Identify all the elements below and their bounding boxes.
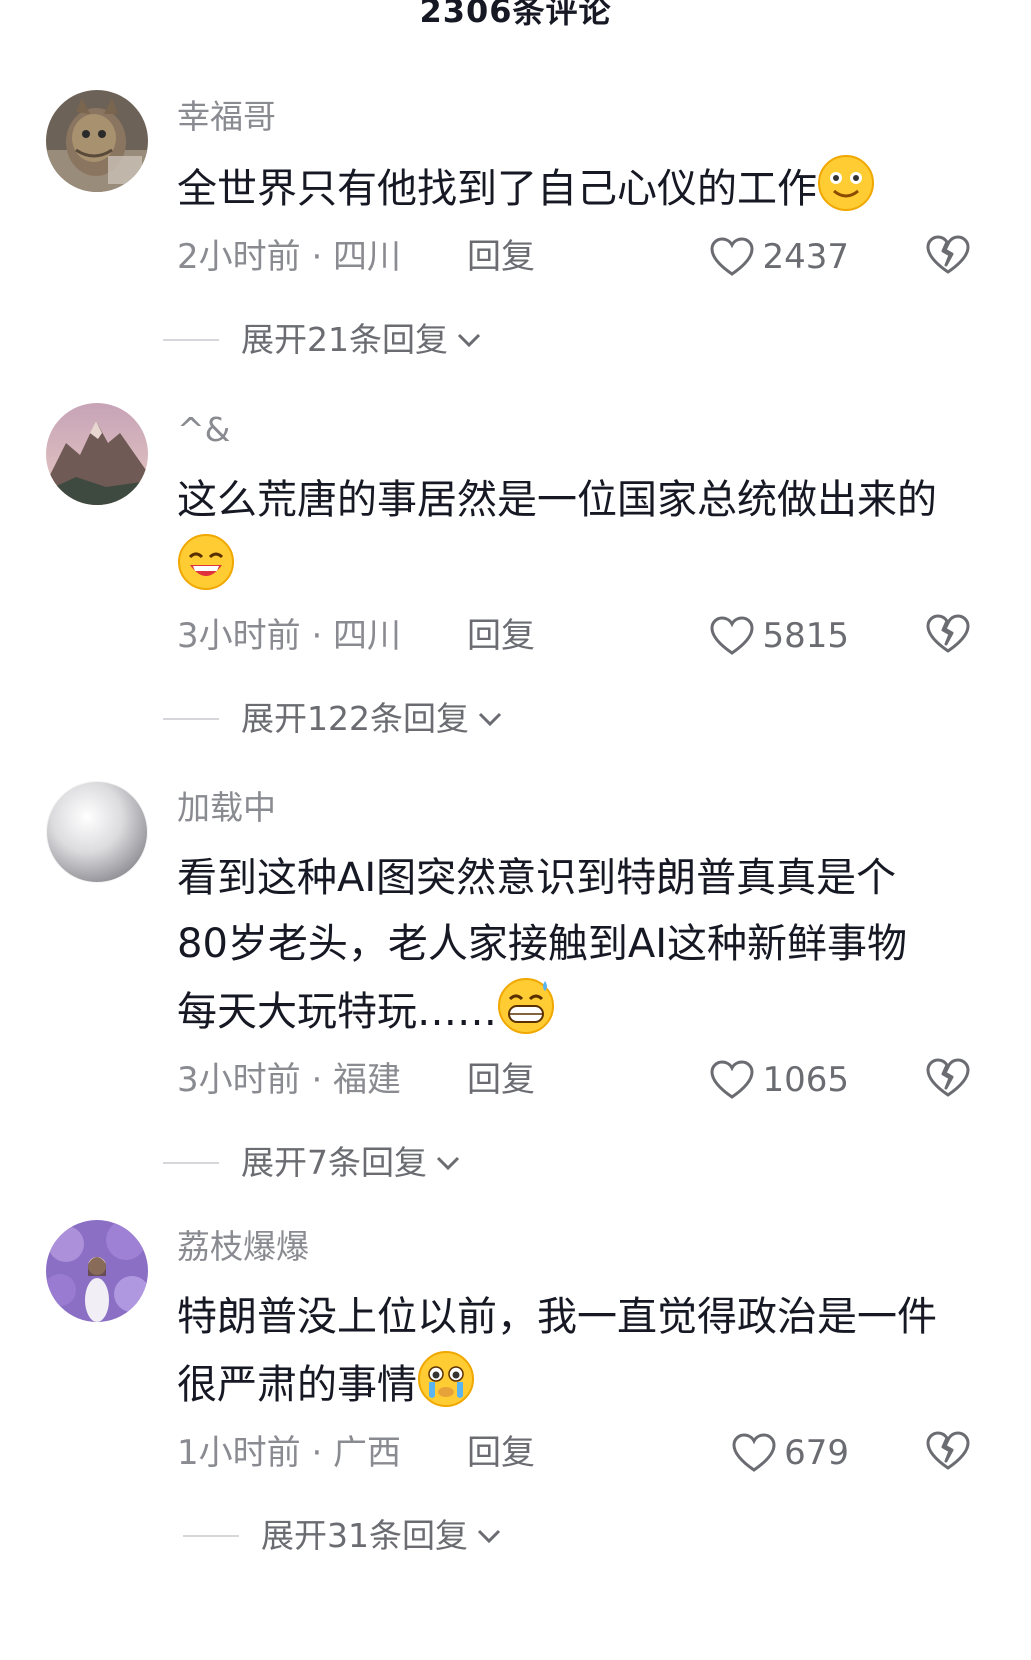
chevron-down-icon xyxy=(457,333,481,348)
expand-replies-label: 展开122条回复 xyxy=(241,699,469,738)
dislike-button[interactable] xyxy=(926,1431,970,1485)
like-button[interactable]: 679 xyxy=(732,1428,849,1478)
comment-username[interactable]: 幸福哥 xyxy=(177,94,977,140)
divider-line xyxy=(163,718,219,720)
grimace-sweat-emoji-icon xyxy=(498,978,554,1034)
avatar[interactable] xyxy=(46,781,148,883)
heart-icon xyxy=(710,1060,754,1099)
comment-username[interactable]: 荔枝爆爆 xyxy=(177,1224,977,1270)
expand-replies-button[interactable]: 展开31条回复 xyxy=(183,1511,977,1561)
expand-replies-label: 展开31条回复 xyxy=(261,1516,468,1555)
broken-heart-icon xyxy=(926,1058,970,1097)
chevron-down-icon xyxy=(478,712,502,727)
comment-meta: 3小时前 · 四川 回复 5815 xyxy=(177,611,977,661)
grin-emoji-icon xyxy=(178,534,234,590)
broken-heart-icon xyxy=(926,614,970,653)
divider-line xyxy=(163,1162,219,1164)
comment-time-location: 2小时前 · 四川 xyxy=(177,237,402,277)
like-button[interactable]: 5815 xyxy=(710,611,849,661)
reply-button[interactable]: 回复 xyxy=(467,1428,535,1478)
expand-replies-button[interactable]: 展开7条回复 xyxy=(163,1138,977,1188)
dislike-button[interactable] xyxy=(926,614,970,668)
avatar[interactable] xyxy=(46,90,148,192)
expand-replies-button[interactable]: 展开122条回复 xyxy=(163,694,977,744)
reply-button[interactable]: 回复 xyxy=(467,611,535,661)
broken-heart-icon xyxy=(926,1431,970,1470)
comment-time-location: 1小时前 · 广西 xyxy=(177,1433,402,1473)
comment-meta: 2小时前 · 四川 回复 2437 xyxy=(177,232,977,282)
expand-replies-label: 展开7条回复 xyxy=(241,1143,427,1182)
dislike-button[interactable] xyxy=(926,1058,970,1112)
avatar[interactable] xyxy=(46,403,148,505)
comment-text: 这么荒唐的事居然是一位国家总统做出来的 xyxy=(177,467,937,601)
like-button[interactable]: 1065 xyxy=(710,1055,849,1105)
reply-button[interactable]: 回复 xyxy=(467,1055,535,1105)
comment-meta: 3小时前 · 福建 回复 1065 xyxy=(177,1055,977,1105)
comment-time-location: 3小时前 · 四川 xyxy=(177,616,402,656)
comment-username[interactable]: 加载中 xyxy=(177,785,977,831)
broken-heart-icon xyxy=(926,235,970,274)
divider-line xyxy=(163,339,219,341)
smile-emoji-icon xyxy=(818,155,874,211)
comment-text: 看到这种AI图突然意识到特朗普真真是个80岁老头，老人家接触到AI这种新鲜事物每… xyxy=(177,855,908,1035)
comment-text: 全世界只有他找到了自己心仪的工作 xyxy=(177,154,977,222)
like-count: 2437 xyxy=(762,237,849,277)
reply-button[interactable]: 回复 xyxy=(467,232,535,282)
teary-emoji-icon xyxy=(418,1351,474,1407)
comments-count-title: 2306条评论 xyxy=(419,0,612,30)
chevron-down-icon xyxy=(436,1156,460,1171)
heart-icon xyxy=(710,616,754,655)
chevron-down-icon xyxy=(477,1529,501,1544)
like-count: 679 xyxy=(784,1433,849,1473)
comment-meta: 1小时前 · 广西 回复 679 xyxy=(177,1428,977,1478)
like-count: 5815 xyxy=(762,616,849,656)
comment-time-location: 3小时前 · 福建 xyxy=(177,1060,402,1100)
like-count: 1065 xyxy=(762,1060,849,1100)
expand-replies-button[interactable]: 展开21条回复 xyxy=(163,315,977,365)
expand-replies-label: 展开21条回复 xyxy=(241,320,448,359)
comment-text: 特朗普没上位以前，我一直觉得政治是一件很严肃的事情 xyxy=(177,1294,937,1408)
comment-username[interactable]: ^& xyxy=(177,407,977,453)
avatar[interactable] xyxy=(46,1220,148,1322)
like-button[interactable]: 2437 xyxy=(710,232,849,282)
dislike-button[interactable] xyxy=(926,235,970,289)
divider-line xyxy=(183,1535,239,1537)
heart-icon xyxy=(710,237,754,276)
heart-icon xyxy=(732,1433,776,1472)
